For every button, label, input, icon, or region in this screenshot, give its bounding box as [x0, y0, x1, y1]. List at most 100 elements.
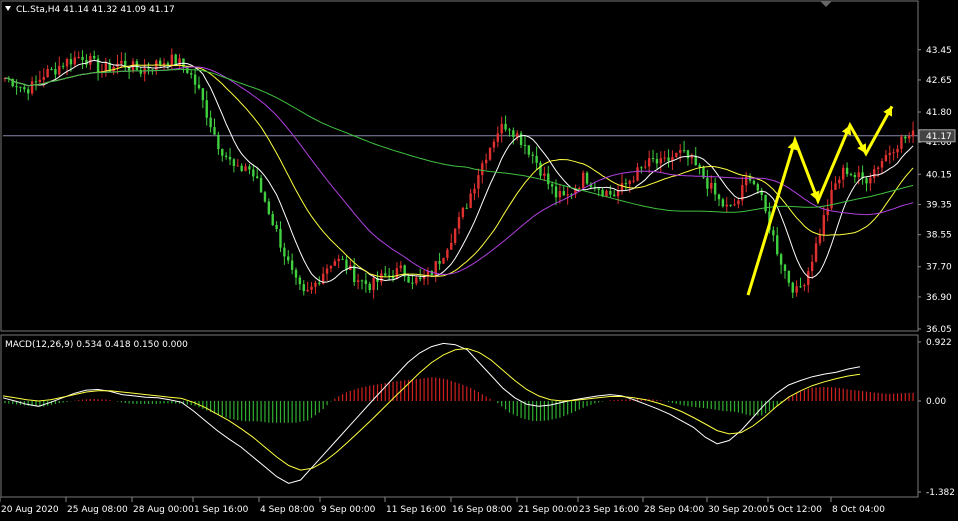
candle-body [244, 166, 247, 171]
candle-body [682, 150, 686, 152]
candle-body [632, 180, 635, 182]
candle-body [275, 225, 278, 229]
time-tick-label: 16 Sep 08:00 [452, 505, 512, 515]
candle-body [651, 158, 655, 160]
candle-body [481, 163, 484, 176]
candle-body [197, 84, 201, 89]
candle-body [368, 283, 371, 291]
candle-body [888, 152, 891, 156]
candle-body [81, 56, 84, 60]
candle-body [290, 260, 294, 270]
candle-body [450, 242, 453, 250]
candle-body [896, 148, 899, 153]
candle-body [710, 182, 713, 189]
candle-body [799, 286, 802, 288]
candle-body [655, 159, 659, 164]
candle-body [461, 207, 465, 218]
candle-body [236, 165, 239, 167]
candle-body [776, 235, 779, 255]
candle-body [803, 285, 806, 287]
candle-body [306, 289, 309, 292]
candle-body [764, 194, 767, 212]
candle-body [810, 261, 814, 272]
candle-body [585, 172, 589, 184]
candle-body [442, 257, 445, 264]
candle-body [162, 63, 166, 65]
candle-body [283, 247, 286, 257]
time-tick-label: 20 Aug 2020 [1, 505, 59, 515]
trading-chart[interactable]: 43.45 42.65 41.80 41.00 40.15 39.35 38.55 37.70… [0, 0, 958, 517]
candle-body [628, 180, 631, 185]
candle-body [193, 74, 197, 85]
time-tick-label: 23 Sep 16:00 [579, 505, 639, 515]
candle-body [279, 228, 282, 248]
candle-body [581, 172, 585, 188]
candle-body [807, 271, 810, 286]
candle-body [531, 154, 534, 156]
candle-body [527, 145, 531, 155]
candle-body [787, 270, 791, 283]
candle-body [857, 172, 860, 178]
candle-body [636, 167, 639, 181]
time-tick-label: 28 Sep 04:00 [644, 505, 704, 515]
candle-body [337, 258, 340, 262]
candle-body [384, 273, 387, 276]
candle-body [422, 276, 426, 280]
candle-body [907, 136, 911, 139]
candle-body [795, 286, 798, 293]
candle-body [263, 192, 267, 202]
candle-body [19, 86, 22, 88]
candle-body [69, 59, 73, 65]
time-tick-label: 1 Sep 16:00 [194, 505, 249, 515]
candle-body [65, 59, 69, 67]
candle-body [46, 68, 49, 78]
candle-body [624, 183, 628, 185]
candle-body [845, 167, 849, 175]
candle-body [578, 187, 581, 189]
candle-body [686, 150, 690, 159]
candle-body [876, 167, 880, 170]
candle-body [504, 123, 507, 130]
candle-body [23, 87, 26, 90]
candle-body [698, 164, 701, 167]
candle-body [663, 157, 666, 159]
price-tick-label: 43.45 [926, 46, 952, 56]
chart-canvas[interactable]: 43.4542.6541.8041.0040.1539.3538.5537.70… [0, 0, 958, 517]
candle-body [232, 159, 236, 166]
price-tick-label: 42.65 [926, 76, 952, 86]
candle-body [38, 79, 42, 83]
candle-body [120, 60, 123, 64]
candle-body [675, 152, 678, 157]
candle-body [360, 280, 364, 282]
macd-tick-label: 0.00 [926, 397, 946, 407]
candle-body [259, 177, 263, 193]
candle-body [733, 204, 736, 206]
candle-body [865, 178, 868, 184]
candle-body [77, 56, 80, 58]
candle-body [783, 264, 787, 271]
candle-body [562, 191, 565, 196]
time-tick-label: 5 Oct 12:00 [769, 505, 822, 515]
candle-body [93, 55, 96, 59]
candle-body [737, 200, 740, 205]
candle-body [508, 129, 511, 131]
price-tick-label: 40.15 [926, 170, 952, 180]
candle-body [54, 69, 57, 75]
candle-body [310, 286, 313, 290]
candle-body [880, 161, 884, 168]
candle-body [869, 177, 872, 184]
time-tick-label: 8 Oct 04:00 [832, 505, 885, 515]
candle-body [725, 204, 728, 207]
candle-body [535, 155, 538, 163]
time-tick-label: 4 Sep 08:00 [260, 505, 315, 515]
time-tick-label: 30 Sep 20:00 [708, 505, 768, 515]
symbol-label: CL.Sta,H4 41.14 41.32 41.09 41.17 [16, 5, 175, 15]
candle-body [523, 144, 527, 146]
candle-body [318, 282, 321, 284]
candle-body [613, 194, 616, 197]
candle-body [418, 277, 422, 280]
candle-body [566, 194, 569, 196]
candle-body [818, 235, 822, 244]
candle-body [415, 277, 418, 284]
macd-tick-label: 0.922 [926, 338, 952, 348]
